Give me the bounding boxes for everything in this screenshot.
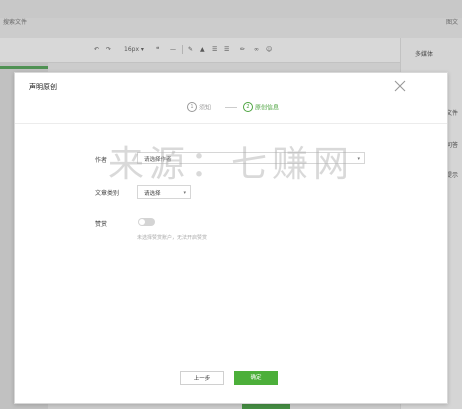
reward-toggle[interactable] bbox=[138, 218, 155, 226]
step-1-number: 1 bbox=[187, 102, 197, 112]
close-icon[interactable] bbox=[393, 79, 407, 93]
chevron-down-icon: ▾ bbox=[357, 156, 360, 162]
step-2-label: 原创信息 bbox=[255, 104, 280, 112]
step-2: 2 原创信息 bbox=[243, 102, 279, 112]
step-1: 1 须知 bbox=[187, 102, 211, 112]
category-value: 请选择 bbox=[144, 191, 161, 197]
chevron-down-icon: ▾ bbox=[183, 190, 186, 196]
previous-step-button[interactable]: 上一步 bbox=[180, 371, 224, 385]
category-select[interactable]: 请选择 ▾ bbox=[137, 185, 191, 199]
dialog-title: 声明原创 bbox=[29, 83, 57, 91]
step-1-label: 须知 bbox=[199, 104, 212, 112]
confirm-button[interactable]: 确定 bbox=[234, 371, 278, 385]
author-label: 作者 bbox=[95, 157, 108, 164]
step-connector bbox=[225, 107, 237, 108]
step-2-number: 2 bbox=[243, 102, 253, 112]
reward-hint: 未选择赞赏账户，无法开启赞赏 bbox=[137, 235, 208, 241]
dialog-header: 声明原创 1 须知 2 原创信息 bbox=[15, 73, 447, 124]
author-select[interactable]: 请选择作者 ▾ bbox=[137, 152, 365, 164]
reward-label: 赞赏 bbox=[95, 221, 108, 228]
toggle-knob bbox=[139, 219, 145, 225]
category-label: 文章类别 bbox=[95, 190, 120, 197]
author-placeholder: 请选择作者 bbox=[144, 157, 172, 163]
declare-original-dialog: 声明原创 1 须知 2 原创信息 bbox=[14, 72, 448, 404]
